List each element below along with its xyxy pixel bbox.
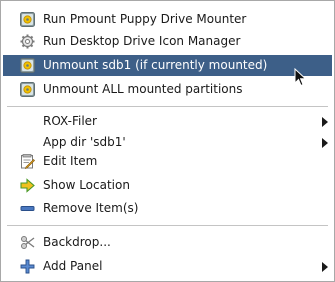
submenu-arrow-icon [322, 262, 328, 272]
menu-separator [7, 225, 328, 226]
menu-item-label: Add Panel [43, 259, 103, 273]
menu-item-label: Remove Item(s) [43, 201, 139, 215]
menu-item-show-location[interactable]: Show Location [3, 175, 332, 196]
remove-icon [20, 206, 35, 211]
menu-item-unmount-all[interactable]: Unmount ALL mounted partitions [3, 79, 332, 100]
menu-item-run-desktop-drive-icon-manager[interactable]: Run Desktop Drive Icon Manager [3, 31, 332, 52]
menu-item-label: Backdrop... [43, 235, 111, 249]
menu-item-remove-items[interactable]: Remove Item(s) [3, 198, 332, 219]
drive-mounter-icon [20, 82, 35, 97]
menu-item-label: Run Pmount Puppy Drive Mounter [43, 12, 247, 26]
context-menu: Run Pmount Puppy Drive Mounter Run Deskt… [0, 0, 335, 282]
drive-mounter-icon [20, 12, 35, 27]
menu-item-label: Edit Item [43, 154, 98, 168]
menu-item-label: App dir 'sdb1' [43, 135, 126, 149]
menu-item-label: Unmount sdb1 (if currently mounted) [43, 58, 268, 72]
menu-item-add-panel[interactable]: Add Panel [3, 256, 332, 277]
menu-item-label: Run Desktop Drive Icon Manager [43, 34, 241, 48]
submenu-arrow-icon [322, 117, 328, 127]
menu-item-label: ROX-Filer [43, 114, 97, 128]
backdrop-icon [21, 236, 35, 249]
menu-item-app-dir[interactable]: App dir 'sdb1' [3, 132, 332, 153]
add-icon [20, 259, 35, 274]
mouse-pointer-icon [294, 68, 307, 87]
arrow-right-icon [20, 178, 35, 193]
menu-item-label: Unmount ALL mounted partitions [43, 82, 243, 96]
submenu-arrow-icon [322, 138, 328, 148]
menu-item-backdrop[interactable]: Backdrop... [3, 232, 332, 253]
menu-item-label: Show Location [43, 178, 130, 192]
menu-item-run-pmount[interactable]: Run Pmount Puppy Drive Mounter [3, 9, 332, 30]
edit-icon [21, 154, 35, 169]
menu-item-rox-filer[interactable]: ROX-Filer [3, 111, 332, 132]
menu-separator [7, 106, 328, 107]
drive-mounter-icon [20, 58, 35, 73]
menu-item-edit-item[interactable]: Edit Item [3, 151, 332, 172]
menu-item-unmount-sdb1[interactable]: Unmount sdb1 (if currently mounted) [3, 55, 332, 76]
gear-icon [20, 34, 35, 49]
